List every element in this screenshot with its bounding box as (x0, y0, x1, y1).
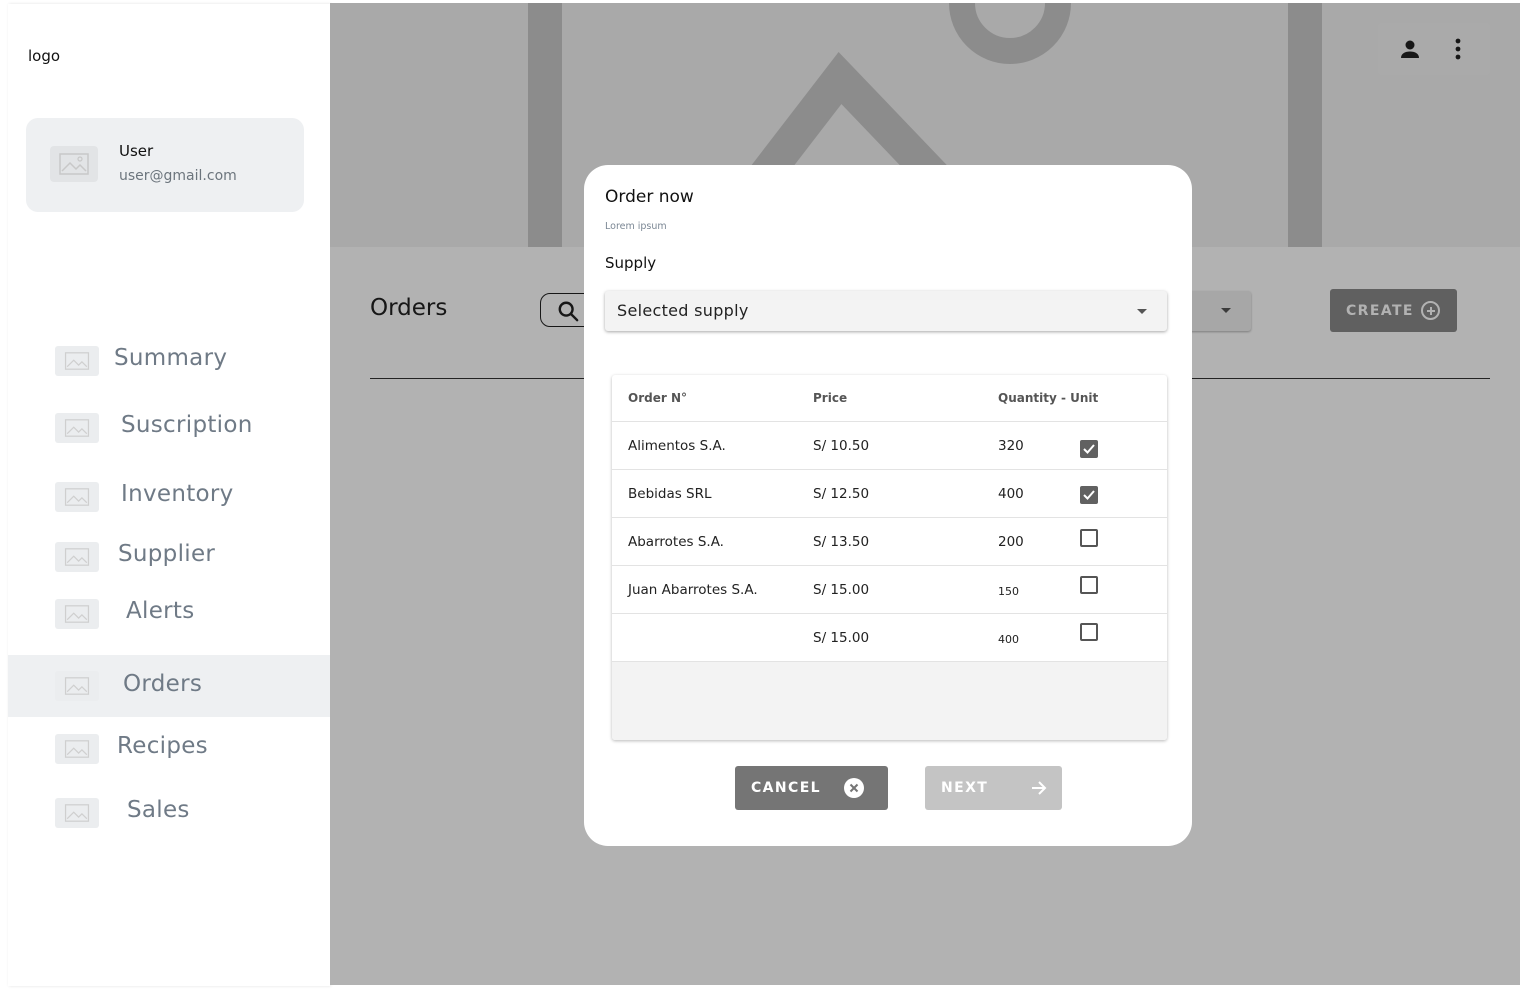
logo: logo (28, 47, 61, 65)
cell-quantity: 150 (998, 585, 1019, 598)
table-row: S/ 15.00 400 (612, 614, 1167, 662)
image-placeholder-icon (55, 346, 99, 376)
supply-label: Supply (605, 254, 657, 272)
next-button[interactable]: NEXT (925, 766, 1062, 810)
table-header: Order N° Price Quantity - Unit (612, 375, 1167, 422)
sidebar-item-label: Recipes (117, 733, 208, 759)
image-placeholder-icon (55, 671, 99, 701)
user-email: user@gmail.com (119, 168, 237, 184)
image-placeholder-icon (55, 482, 99, 512)
column-header-order: Order N° (628, 391, 687, 405)
sidebar-item-inventory[interactable]: Inventory (8, 465, 330, 527)
cell-name: Alimentos S.A. (628, 438, 726, 454)
sidebar: logo User user@gmail.com Summary Suscrip… (8, 4, 330, 986)
sidebar-item-suscription[interactable]: Suscription (8, 396, 330, 458)
image-placeholder-icon (55, 599, 99, 629)
cell-name: Bebidas SRL (628, 486, 712, 502)
table-footer (612, 662, 1167, 740)
sidebar-item-sales[interactable]: Sales (8, 781, 330, 843)
sidebar-item-label: Summary (114, 345, 228, 371)
row-checkbox[interactable] (1080, 576, 1098, 594)
sidebar-item-label: Alerts (126, 598, 195, 624)
modal-title: Order now (605, 187, 694, 207)
row-checkbox-checked[interactable] (1080, 486, 1098, 504)
user-card[interactable]: User user@gmail.com (26, 118, 304, 212)
cancel-button[interactable]: CANCEL (735, 766, 888, 810)
image-placeholder-icon (55, 798, 99, 828)
sidebar-item-recipes[interactable]: Recipes (8, 717, 330, 779)
cell-quantity: 400 (998, 486, 1024, 502)
sidebar-item-supplier[interactable]: Supplier (8, 525, 330, 587)
modal-subtitle: Lorem ipsum (605, 221, 667, 232)
sidebar-item-summary[interactable]: Summary (8, 329, 330, 391)
supply-select[interactable]: Selected supply (605, 291, 1167, 331)
image-placeholder-icon (55, 542, 99, 572)
cell-price: S/ 13.50 (813, 534, 870, 550)
avatar (50, 146, 98, 182)
column-header-price: Price (813, 391, 848, 405)
cell-quantity: 320 (998, 438, 1024, 454)
next-button-label: NEXT (941, 780, 989, 796)
table-row: Abarrotes S.A. S/ 13.50 200 (612, 518, 1167, 566)
sidebar-item-label: Suscription (121, 412, 253, 438)
close-circle-icon (844, 778, 864, 798)
row-checkbox[interactable] (1080, 623, 1098, 641)
image-placeholder-icon (59, 153, 89, 175)
order-modal: Order now Lorem ipsum Supply Selected su… (584, 165, 1192, 846)
row-checkbox[interactable] (1080, 529, 1098, 547)
orders-table: Order N° Price Quantity - Unit Alimentos… (612, 375, 1167, 740)
table-row: Alimentos S.A. S/ 10.50 320 (612, 422, 1167, 470)
chevron-down-icon (1137, 309, 1147, 314)
sidebar-item-label: Inventory (121, 481, 234, 507)
table-row: Bebidas SRL S/ 12.50 400 (612, 470, 1167, 518)
cell-price: S/ 15.00 (813, 630, 870, 646)
cell-price: S/ 12.50 (813, 486, 870, 502)
sidebar-item-label: Orders (123, 671, 203, 697)
cell-quantity: 200 (998, 534, 1024, 550)
sidebar-item-label: Supplier (118, 541, 216, 567)
supply-select-value: Selected supply (617, 301, 749, 320)
sidebar-item-orders[interactable]: Orders (8, 655, 330, 717)
row-checkbox-checked[interactable] (1080, 440, 1098, 458)
user-name: User (119, 142, 154, 160)
cell-name: Abarrotes S.A. (628, 534, 724, 550)
image-placeholder-icon (55, 734, 99, 764)
cell-price: S/ 15.00 (813, 582, 870, 598)
table-row: Juan Abarrotes S.A. S/ 15.00 150 (612, 566, 1167, 614)
column-header-quantity: Quantity - Unit (998, 391, 1099, 405)
arrow-right-icon (1032, 781, 1047, 795)
cell-quantity: 400 (998, 633, 1019, 646)
image-placeholder-icon (55, 413, 99, 443)
sidebar-item-alerts[interactable]: Alerts (8, 582, 330, 644)
cancel-button-label: CANCEL (751, 780, 821, 796)
cell-name: Juan Abarrotes S.A. (628, 582, 758, 598)
sidebar-item-label: Sales (127, 797, 190, 823)
cell-price: S/ 10.50 (813, 438, 870, 454)
